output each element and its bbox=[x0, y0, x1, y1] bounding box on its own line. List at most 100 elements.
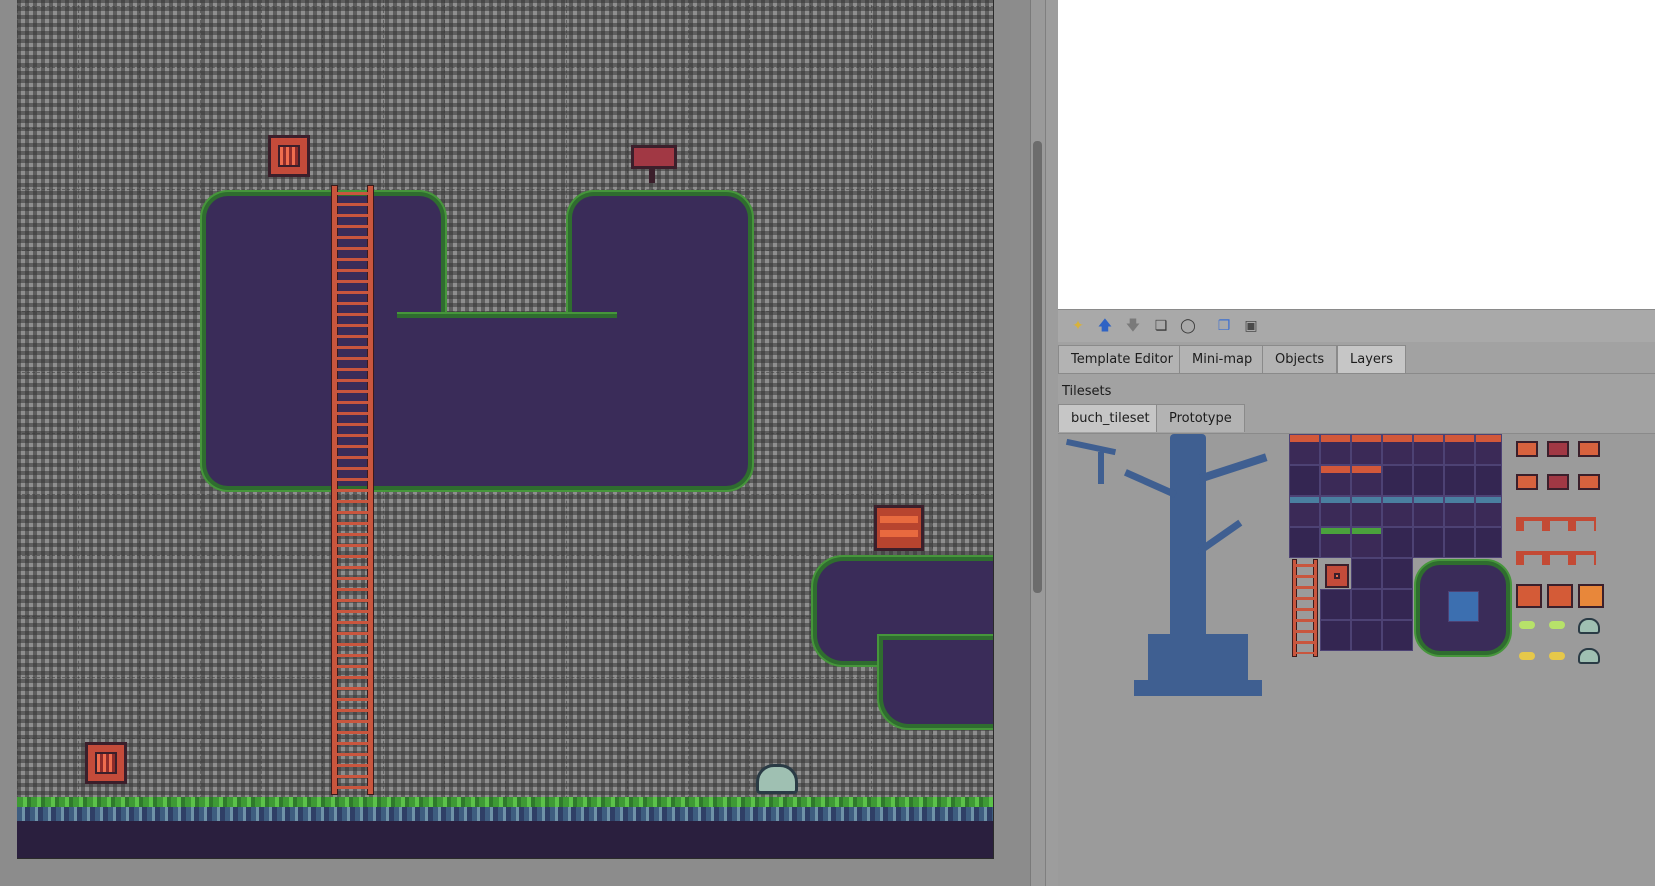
tile[interactable] bbox=[1413, 527, 1444, 558]
tree-tile[interactable] bbox=[1058, 434, 1288, 696]
tile[interactable] bbox=[1351, 496, 1382, 527]
tile[interactable] bbox=[1351, 558, 1382, 589]
rock-tile[interactable] bbox=[1578, 648, 1600, 664]
tile[interactable] bbox=[1289, 434, 1320, 465]
tile[interactable] bbox=[1413, 434, 1444, 465]
tile[interactable] bbox=[1444, 496, 1475, 527]
tile[interactable] bbox=[1320, 589, 1351, 620]
tile[interactable] bbox=[1475, 465, 1502, 496]
crate-object[interactable] bbox=[268, 135, 310, 177]
sign-tile[interactable] bbox=[1578, 441, 1600, 457]
tab-layers[interactable]: Layers bbox=[1337, 345, 1407, 373]
tile[interactable] bbox=[1351, 465, 1382, 496]
signpost-object[interactable] bbox=[631, 145, 677, 185]
sign-tile[interactable] bbox=[1516, 441, 1538, 457]
crate-object[interactable] bbox=[85, 742, 127, 784]
tilesets-title: Tilesets bbox=[1062, 384, 1112, 399]
ladder-tile[interactable] bbox=[1293, 560, 1317, 656]
tile[interactable] bbox=[1444, 527, 1475, 558]
fence-tile[interactable] bbox=[1516, 551, 1596, 565]
tab-buch-tileset[interactable]: buch_tileset bbox=[1058, 404, 1163, 432]
tileset-view[interactable] bbox=[1058, 434, 1655, 886]
ladder[interactable] bbox=[330, 186, 375, 794]
tile[interactable] bbox=[1351, 620, 1382, 651]
sign-tile[interactable] bbox=[1547, 441, 1569, 457]
flower-tile[interactable] bbox=[1519, 652, 1535, 660]
tile[interactable] bbox=[1351, 527, 1382, 558]
signpost-board bbox=[631, 145, 677, 169]
rock-tile[interactable] bbox=[1578, 618, 1600, 634]
map-scrollbar-thumb[interactable] bbox=[1033, 141, 1042, 593]
tile[interactable] bbox=[1320, 434, 1351, 465]
tile[interactable] bbox=[1382, 465, 1413, 496]
tab-template-editor[interactable]: Template Editor bbox=[1058, 345, 1186, 373]
fence-tile[interactable] bbox=[1516, 517, 1596, 531]
lock-layer-icon[interactable]: ▣ bbox=[1243, 318, 1259, 334]
tab-prototype[interactable]: Prototype bbox=[1156, 404, 1245, 432]
tile[interactable] bbox=[1475, 527, 1502, 558]
map-border-right bbox=[993, 0, 994, 859]
tile[interactable] bbox=[1289, 496, 1320, 527]
rock-object[interactable] bbox=[756, 764, 798, 794]
sign-tile[interactable] bbox=[1547, 474, 1569, 490]
tile[interactable] bbox=[1351, 589, 1382, 620]
tile[interactable] bbox=[1320, 527, 1351, 558]
flower-tile[interactable] bbox=[1549, 621, 1565, 629]
ladder-rungs bbox=[1296, 564, 1314, 654]
chest-object[interactable] bbox=[874, 505, 924, 551]
tile[interactable] bbox=[1444, 465, 1475, 496]
tile-selected[interactable] bbox=[1448, 591, 1479, 622]
grid-line bbox=[17, 67, 994, 68]
tab-objects[interactable]: Objects bbox=[1262, 345, 1338, 373]
grid-line bbox=[17, 6, 994, 7]
grid-line bbox=[17, 311, 994, 312]
chest-tile[interactable] bbox=[1578, 584, 1604, 608]
tile[interactable] bbox=[1382, 558, 1413, 589]
tile[interactable] bbox=[1382, 527, 1413, 558]
new-layer-icon[interactable]: ✦ bbox=[1070, 318, 1086, 334]
dock-splitter[interactable] bbox=[1045, 0, 1059, 886]
map-editor-area bbox=[0, 0, 1030, 886]
tile[interactable] bbox=[1444, 434, 1475, 465]
tree-roots bbox=[1134, 680, 1262, 696]
tile[interactable] bbox=[1320, 496, 1351, 527]
tile[interactable] bbox=[1475, 434, 1502, 465]
tile[interactable] bbox=[1320, 620, 1351, 651]
tile[interactable] bbox=[1382, 496, 1413, 527]
ground-grass bbox=[17, 797, 994, 807]
chest-tile[interactable] bbox=[1547, 584, 1573, 608]
tile[interactable] bbox=[1289, 527, 1320, 558]
crate-tile[interactable] bbox=[1325, 564, 1349, 588]
grid-line bbox=[17, 250, 994, 251]
sign-tile[interactable] bbox=[1578, 474, 1600, 490]
tile[interactable] bbox=[1413, 465, 1444, 496]
grid-line bbox=[17, 738, 994, 739]
grid-line bbox=[17, 189, 994, 190]
tile[interactable] bbox=[1320, 465, 1351, 496]
ground-stone bbox=[17, 807, 994, 821]
layers-list-panel[interactable] bbox=[1058, 0, 1655, 310]
tile[interactable] bbox=[1413, 496, 1444, 527]
ladder-rungs bbox=[337, 192, 368, 790]
tile[interactable] bbox=[1475, 496, 1502, 527]
tile[interactable] bbox=[1382, 434, 1413, 465]
lower-layer-icon[interactable]: 🡇 bbox=[1125, 318, 1141, 334]
map-canvas[interactable] bbox=[17, 0, 994, 859]
map-border-bottom bbox=[17, 858, 994, 859]
tile[interactable] bbox=[1382, 589, 1413, 620]
show-other-layers-icon[interactable]: ❐ bbox=[1216, 318, 1232, 334]
remove-layer-icon[interactable]: ◯ bbox=[1180, 318, 1196, 334]
ladder-rail-right bbox=[368, 186, 373, 794]
raise-layer-icon[interactable]: 🡅 bbox=[1097, 318, 1113, 334]
right-platform-lower bbox=[883, 640, 994, 724]
tile[interactable] bbox=[1351, 434, 1382, 465]
chest-tile[interactable] bbox=[1516, 584, 1542, 608]
signpost-pole bbox=[649, 169, 655, 183]
duplicate-layer-icon[interactable]: ❏ bbox=[1153, 318, 1169, 334]
tab-mini-map[interactable]: Mini-map bbox=[1179, 345, 1266, 373]
tile[interactable] bbox=[1289, 465, 1320, 496]
flower-tile[interactable] bbox=[1519, 621, 1535, 629]
flower-tile[interactable] bbox=[1549, 652, 1565, 660]
sign-tile[interactable] bbox=[1516, 474, 1538, 490]
tile[interactable] bbox=[1382, 620, 1413, 651]
